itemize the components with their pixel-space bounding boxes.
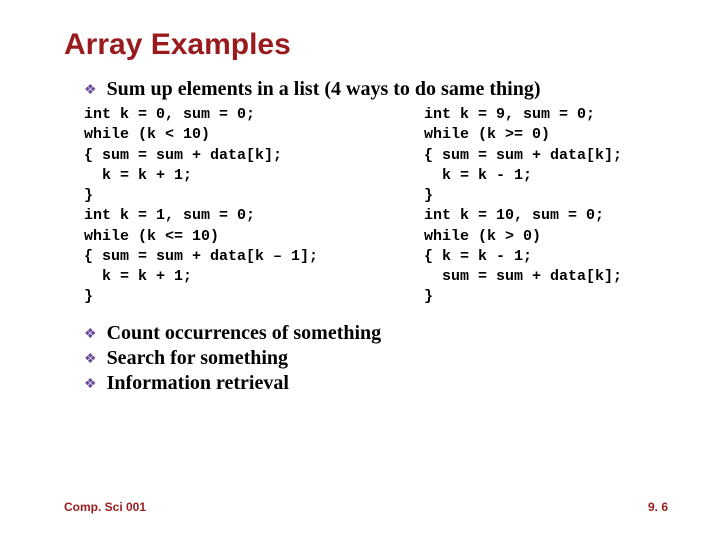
bullet-info-text: Information retrieval [107,372,289,395]
diamond-icon: ❖ [84,376,97,393]
diamond-icon: ❖ [84,326,97,343]
footer: Comp. Sci 001 9. 6 [64,500,668,514]
code-col-left: int k = 0, sum = 0; while (k < 10) { sum… [84,105,404,308]
diamond-icon: ❖ [84,82,97,99]
bullet-main-text: Sum up elements in a list (4 ways to do … [107,78,541,101]
code-col-right: int k = 9, sum = 0; while (k >= 0) { sum… [424,105,684,308]
bullet-search: ❖ Search for something [84,347,668,370]
page-title: Array Examples [64,28,668,62]
bullet-search-text: Search for something [107,347,288,370]
bullet-main: ❖ Sum up elements in a list (4 ways to d… [84,78,668,101]
bullet-info: ❖ Information retrieval [84,372,668,395]
code-left: int k = 0, sum = 0; while (k < 10) { sum… [84,105,404,308]
code-right: int k = 9, sum = 0; while (k >= 0) { sum… [424,105,684,308]
bullet-count: ❖ Count occurrences of something [84,322,668,345]
footer-right: 9. 6 [648,500,668,514]
bullet-count-text: Count occurrences of something [107,322,382,345]
footer-left: Comp. Sci 001 [64,500,146,514]
diamond-icon: ❖ [84,351,97,368]
code-columns: int k = 0, sum = 0; while (k < 10) { sum… [84,105,668,308]
